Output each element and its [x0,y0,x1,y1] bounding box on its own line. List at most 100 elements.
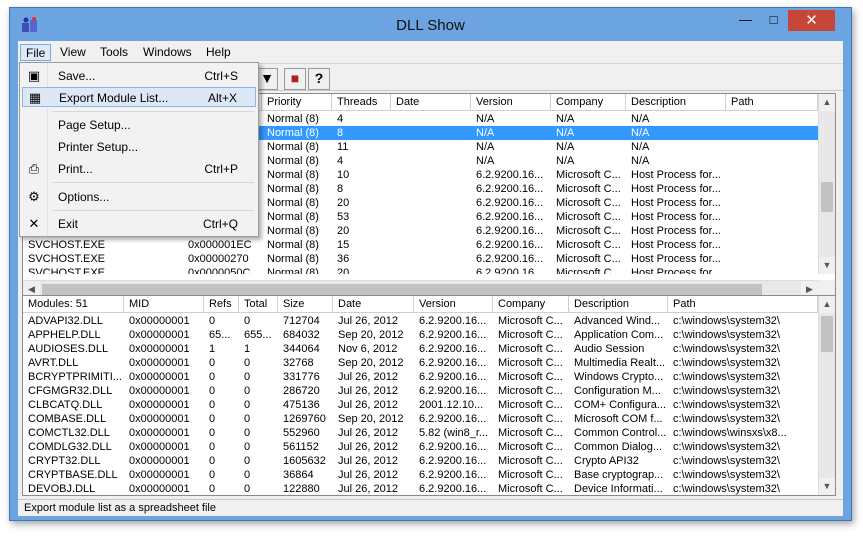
title-bar[interactable]: DLL Show — □ ✕ [10,8,851,41]
printer-icon: ⎙ [28,161,40,176]
col-header-description[interactable]: Description [626,94,726,111]
menu-file[interactable]: File [20,44,52,61]
col-header-version[interactable]: Version [414,296,493,313]
table-row[interactable]: CRYPT32.DLL 0x00000001 0 0 1605632 Jul 26, 20… [23,454,818,468]
col-header-modules[interactable]: Modules: 51 [23,296,124,313]
menu-item-exit[interactable]: ✕ Exit Ctrl+Q [22,214,256,234]
menu-tools[interactable]: Tools [95,44,133,61]
col-header-company[interactable]: Company [493,296,569,313]
cell-description: Host Process for... [631,183,721,195]
cell-company: Microsoft C... [498,427,563,439]
cell-mid: 0x00000001 [129,455,190,467]
menu-item-printer-setup[interactable]: Printer Setup... [22,137,256,157]
menu-item-print[interactable]: ⎙ Print... Ctrl+P [22,159,256,179]
table-row[interactable]: CFGMGR32.DLL 0x00000001 0 0 286720 Jul 26, 20… [23,384,818,398]
table-row[interactable]: CRYPTBASE.DLL 0x00000001 0 0 36864 Jul 26, 20… [23,468,818,482]
maximize-button[interactable]: □ [760,10,787,31]
col-header-path[interactable]: Path [726,94,818,111]
cell-description: Host Process for... [631,225,721,237]
scroll-up-icon[interactable]: ▲ [819,296,835,313]
col-header-company[interactable]: Company [551,94,626,111]
cell-date: Jul 26, 2012 [338,315,398,327]
table-row[interactable]: COMDLG32.DLL 0x00000001 0 0 561152 Jul 26, 20… [23,440,818,454]
cell-priority: Normal (8) [267,127,319,139]
close-button[interactable]: ✕ [788,10,835,31]
table-row[interactable]: AUDIOSES.DLL 0x00000001 1 1 344064 Nov 6, 201… [23,342,818,356]
col-header-total[interactable]: Total [239,296,278,313]
cell-total: 0 [244,315,251,327]
menu-item-label: Page Setup... [58,118,131,132]
cell-threads: 36 [337,253,350,265]
table-row[interactable]: COMBASE.DLL 0x00000001 0 0 1269760 Sep 20, 20… [23,412,818,426]
menu-help[interactable]: Help [201,44,236,61]
cell-refs: 1 [209,343,216,355]
table-row[interactable]: BCRYPTPRIMITI... 0x00000001 0 0 331776 Jul 26… [23,370,818,384]
cell-mid: 0x00000001 [129,413,190,425]
floppy-disk-icon: ▣ [27,68,41,83]
cell-threads: 20 [337,197,350,209]
module-vertical-scrollbar[interactable]: ▲ ▼ [818,296,835,495]
table-row[interactable]: CLBCATQ.DLL 0x00000001 0 0 475136 Jul 26, 201… [23,398,818,412]
cell-size: 344064 [283,343,320,355]
toolbar-book-button[interactable]: ■ [284,68,306,90]
hscroll-thumb[interactable] [42,284,762,295]
cell-threads: 20 [337,267,350,274]
col-header-description[interactable]: Description [569,296,668,313]
col-header-refs[interactable]: Refs [204,296,239,313]
menu-item-options[interactable]: ⚙ Options... [22,187,256,207]
scroll-down-icon[interactable]: ▼ [819,257,835,274]
cell-threads: 10 [337,169,350,181]
cell-priority: Normal (8) [267,267,319,274]
col-header-size[interactable]: Size [278,296,333,313]
scroll-thumb[interactable] [821,316,833,352]
scroll-thumb[interactable] [821,182,833,212]
table-row[interactable]: SVCHOST.EXE 0x0000050C Normal (8) 20 6.2.920… [23,266,818,274]
process-vertical-scrollbar[interactable]: ▲ ▼ [818,94,835,274]
cell-priority: Normal (8) [267,113,319,125]
scroll-down-icon[interactable]: ▼ [819,478,835,495]
cell-refs: 0 [209,399,216,411]
menu-item-save[interactable]: ▣ Save... Ctrl+S [22,66,256,86]
col-header-date[interactable]: Date [391,94,471,111]
col-header-mid[interactable]: MID [124,296,204,313]
table-row[interactable]: COMCTL32.DLL 0x00000001 0 0 552960 Jul 26, 20… [23,426,818,440]
cell-mid: 0x00000001 [129,343,190,355]
cell-total: 0 [244,385,251,397]
close-icon: ✕ [805,12,818,29]
cell-description: Host Process for... [631,253,721,265]
cell-name: AVRT.DLL [28,357,79,369]
table-row[interactable]: APPHELP.DLL 0x00000001 65... 655... 684032 Se… [23,328,818,342]
col-header-threads[interactable]: Threads [332,94,391,111]
toolbar-filter-button[interactable]: ▼ [256,68,278,90]
menu-item-page-setup[interactable]: Page Setup... [22,115,256,135]
cell-name: SVCHOST.EXE [28,267,106,274]
col-header-date[interactable]: Date [333,296,414,313]
scroll-up-icon[interactable]: ▲ [819,94,835,111]
table-row[interactable]: AVRT.DLL 0x00000001 0 0 32768 Sep 20, 2012 6.2… [23,356,818,370]
cell-mid: 0x00000001 [129,469,190,481]
col-header-priority[interactable]: Priority [262,94,332,111]
module-list[interactable]: Modules: 51 MID Refs Total Size Date Ver… [22,295,836,496]
menu-view[interactable]: View [55,44,91,61]
cell-refs: 0 [209,357,216,369]
minimize-button[interactable]: — [732,10,759,31]
table-row[interactable]: SVCHOST.EXE 0x00000270 Normal (8) 36 6.2.920… [23,252,818,266]
toolbar-help-button[interactable]: ? [308,68,330,90]
col-header-version[interactable]: Version [471,94,551,111]
menu-windows[interactable]: Windows [138,44,197,61]
cell-name: COMBASE.DLL [28,413,107,425]
table-row[interactable]: DEVOBJ.DLL 0x00000001 0 0 122880 Jul 26, 2012… [23,482,818,495]
cell-refs: 0 [209,427,216,439]
table-row[interactable]: ADVAPI32.DLL 0x00000001 0 0 712704 Jul 26, 20… [23,314,818,328]
cell-company: Microsoft C... [556,239,621,251]
cell-threads: 8 [337,127,344,139]
menu-item-export-module-list[interactable]: ▦ Export Module List... Alt+X [22,87,256,107]
cell-version: 2001.12.10... [419,399,484,411]
col-header-path[interactable]: Path [668,296,818,313]
cell-size: 32768 [283,357,314,369]
cell-total: 0 [244,455,251,467]
cell-path: c:\windows\system32\ [673,441,780,453]
cell-refs: 0 [209,455,216,467]
cell-date: Jul 26, 2012 [338,441,398,453]
table-row[interactable]: SVCHOST.EXE 0x000001EC Normal (8) 15 6.2.920… [23,238,818,252]
